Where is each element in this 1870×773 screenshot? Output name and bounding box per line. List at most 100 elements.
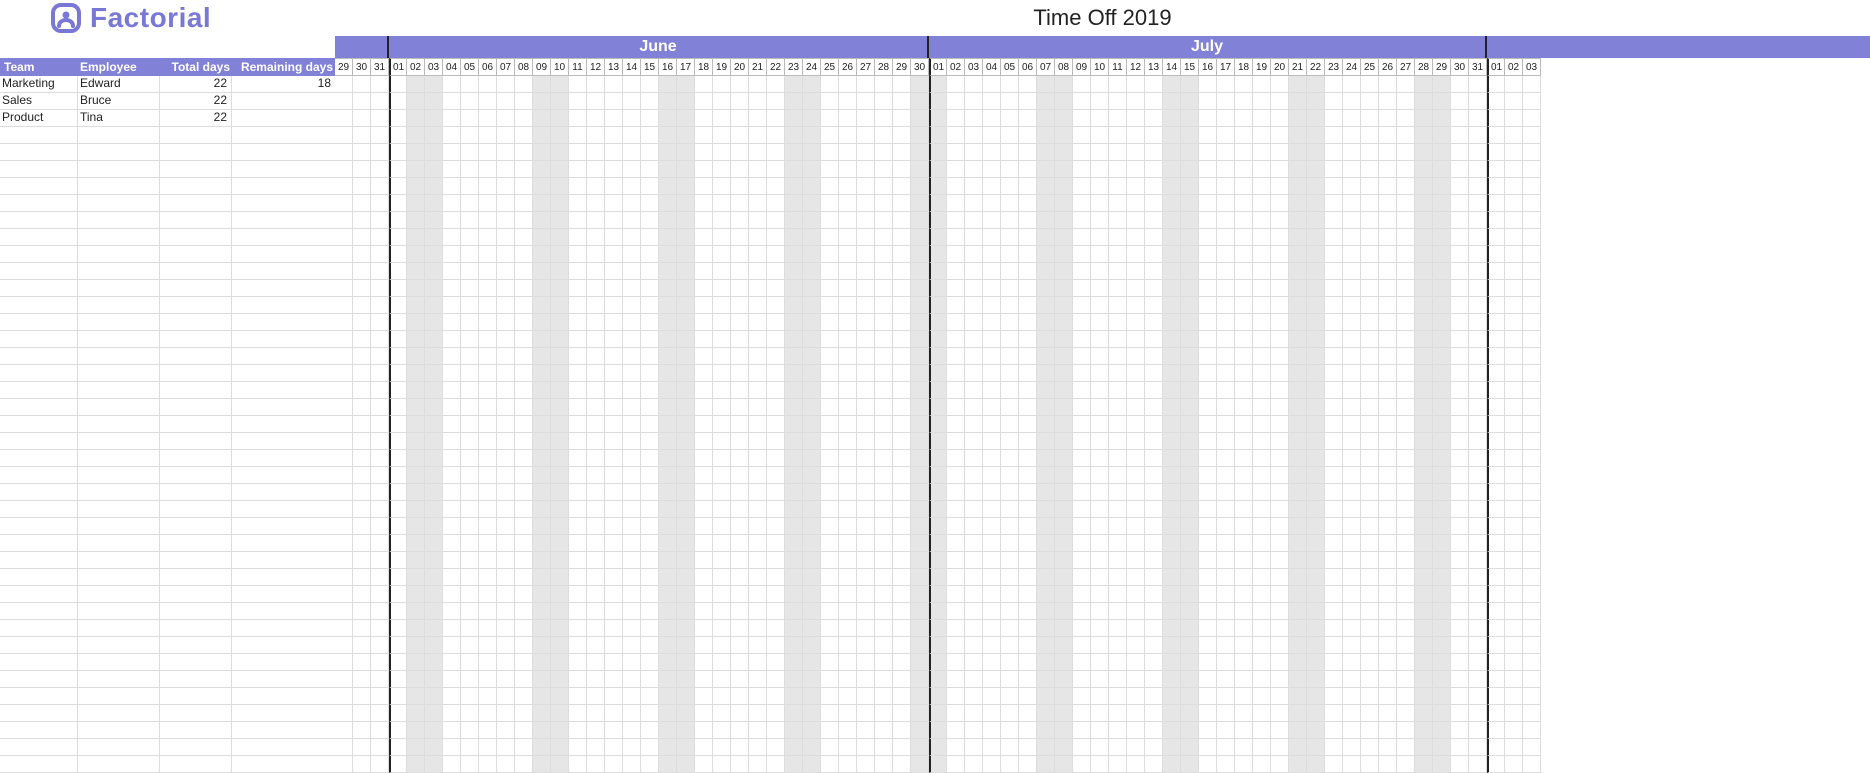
grid-cell <box>911 246 929 263</box>
grid-cell <box>749 518 767 535</box>
grid-cell <box>965 671 983 688</box>
grid-cell <box>749 433 767 450</box>
grid-cell <box>1073 399 1091 416</box>
grid-cell <box>1055 382 1073 399</box>
grid-row <box>335 314 1870 331</box>
grid-cell <box>1487 620 1505 637</box>
grid-cell <box>839 399 857 416</box>
table-cell <box>232 161 335 177</box>
grid-row <box>335 637 1870 654</box>
grid-cell <box>497 671 515 688</box>
grid-cell <box>425 603 443 620</box>
grid-cell <box>929 382 947 399</box>
grid-cell <box>1523 671 1541 688</box>
table-cell <box>0 263 78 279</box>
grid-cell <box>1397 416 1415 433</box>
grid-cell <box>1073 348 1091 365</box>
grid-cell <box>677 263 695 280</box>
grid-cell <box>551 705 569 722</box>
grid-cell <box>767 756 785 773</box>
grid-cell <box>1019 467 1037 484</box>
grid-cell <box>839 756 857 773</box>
table-cell <box>78 178 160 194</box>
grid-cell <box>1469 450 1487 467</box>
grid-cell <box>749 620 767 637</box>
grid-cell <box>425 552 443 569</box>
grid-cell <box>785 280 803 297</box>
grid-cell <box>929 450 947 467</box>
grid-cell <box>731 144 749 161</box>
grid-cell <box>821 399 839 416</box>
grid-cell <box>1127 671 1145 688</box>
grid-cell <box>587 722 605 739</box>
grid-cell <box>1253 484 1271 501</box>
table-cell <box>160 195 232 211</box>
grid-cell <box>1073 535 1091 552</box>
grid-cell <box>1235 586 1253 603</box>
grid-cell <box>1397 739 1415 756</box>
grid-cell <box>389 382 407 399</box>
grid-cell <box>515 569 533 586</box>
table-cell <box>0 127 78 143</box>
grid-cell <box>407 535 425 552</box>
table-cell <box>0 739 78 755</box>
grid-cell <box>1325 229 1343 246</box>
grid-cell <box>1415 263 1433 280</box>
grid-cell <box>893 110 911 127</box>
grid-cell <box>677 620 695 637</box>
grid-cell <box>425 127 443 144</box>
grid-cell <box>1343 722 1361 739</box>
grid-cell <box>1451 331 1469 348</box>
grid-cell <box>1181 518 1199 535</box>
grid-cell <box>677 484 695 501</box>
table-cell <box>160 756 232 772</box>
day-header-cell: 27 <box>857 58 875 76</box>
grid-cell <box>1199 501 1217 518</box>
table-cell <box>78 586 160 602</box>
grid-cell <box>551 535 569 552</box>
grid-cell <box>1523 314 1541 331</box>
table-cell <box>78 348 160 364</box>
grid-cell <box>1127 467 1145 484</box>
grid-cell <box>389 756 407 773</box>
grid-cell <box>335 76 353 93</box>
grid-cell <box>1451 93 1469 110</box>
grid-cell <box>1469 433 1487 450</box>
day-header-cell: 19 <box>1253 58 1271 76</box>
grid-cell <box>1523 161 1541 178</box>
grid-cell <box>965 297 983 314</box>
grid-cell <box>335 382 353 399</box>
grid-cell <box>1433 297 1451 314</box>
grid-cell <box>461 110 479 127</box>
grid-cell <box>497 654 515 671</box>
table-cell <box>232 654 335 670</box>
grid-cell <box>389 76 407 93</box>
grid-cell <box>1361 535 1379 552</box>
table-cell <box>0 603 78 619</box>
grid-cell <box>551 552 569 569</box>
grid-cell <box>641 552 659 569</box>
grid-cell <box>1127 229 1145 246</box>
grid-cell <box>875 671 893 688</box>
grid-cell <box>1469 501 1487 518</box>
grid-cell <box>1487 93 1505 110</box>
grid-cell <box>1487 212 1505 229</box>
grid-cell <box>389 739 407 756</box>
grid-cell <box>983 569 1001 586</box>
grid-cell <box>821 382 839 399</box>
grid-cell <box>1343 314 1361 331</box>
table-cell <box>232 569 335 585</box>
grid-cell <box>1235 144 1253 161</box>
table-cell <box>160 348 232 364</box>
grid-cell <box>587 484 605 501</box>
grid-cell <box>407 348 425 365</box>
grid-cell <box>1001 314 1019 331</box>
grid-cell <box>371 586 389 603</box>
grid-cell <box>497 603 515 620</box>
grid-cell <box>353 603 371 620</box>
col-header-employee: Employee <box>78 60 160 74</box>
grid-cell <box>461 195 479 212</box>
grid-cell <box>1361 297 1379 314</box>
grid-cell <box>749 229 767 246</box>
day-header-cell: 11 <box>569 58 587 76</box>
